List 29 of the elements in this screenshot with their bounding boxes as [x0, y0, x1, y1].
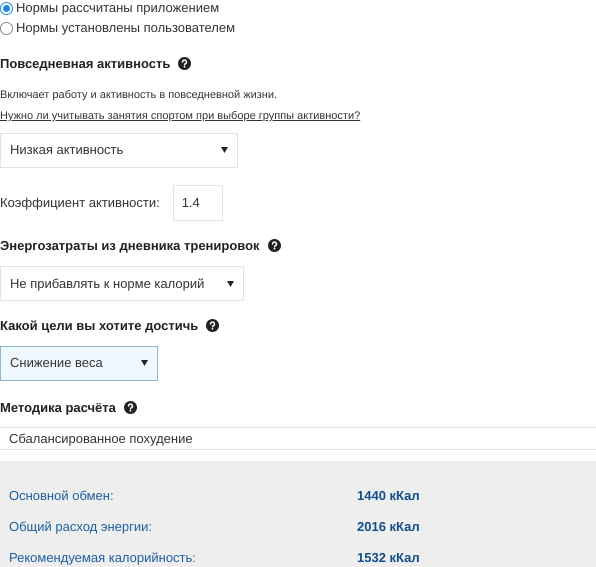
- help-link[interactable]: Нужно ли учитывать занятия спортом при выборе группы активности?: [0, 108, 360, 124]
- radio-label: Нормы установлены пользователем: [16, 19, 236, 38]
- help-icon: [178, 57, 192, 70]
- result-label: Рекомендуемая калорийность:: [9, 549, 197, 567]
- caret-icon: [141, 360, 148, 366]
- dropdown[interactable]: Низкая активность: [0, 132, 238, 168]
- help-icon: [268, 238, 281, 252]
- result-label: Общий расход энергии:: [9, 518, 153, 536]
- caret-icon: [227, 280, 234, 286]
- section-heading: Повседневная активность: [0, 55, 170, 73]
- result-value: 1532 кКал: [357, 549, 420, 567]
- description: Включает работу и активность в повседневной жизни.: [0, 88, 278, 102]
- section-heading: Методика расчёта: [0, 398, 116, 417]
- help-icon: [124, 400, 137, 414]
- radio-button[interactable]: [0, 2, 13, 14]
- radio-button[interactable]: [0, 22, 13, 34]
- result-value: 1440 кКал: [357, 487, 420, 506]
- radio-label: Нормы рассчитаны приложением: [16, 0, 220, 18]
- help-icon: [206, 319, 220, 332]
- section-heading: Энергозатраты из дневника тренировок: [0, 236, 260, 255]
- section-heading: Какой цели вы хотите достичь: [0, 317, 198, 335]
- result-label: Основной обмен:: [9, 487, 115, 506]
- dropdown[interactable]: Не прибавлять к норме калорий: [0, 266, 244, 301]
- method-item[interactable]: Сбалансированное похудение: [0, 427, 596, 450]
- coefficient-field[interactable]: 1.4: [172, 184, 223, 220]
- caret-icon: [221, 147, 228, 153]
- result-value: 2016 кКал: [357, 518, 420, 536]
- dropdown[interactable]: Снижение веса: [0, 346, 158, 380]
- coefficient-label: Коэффициент активности:: [0, 194, 160, 212]
